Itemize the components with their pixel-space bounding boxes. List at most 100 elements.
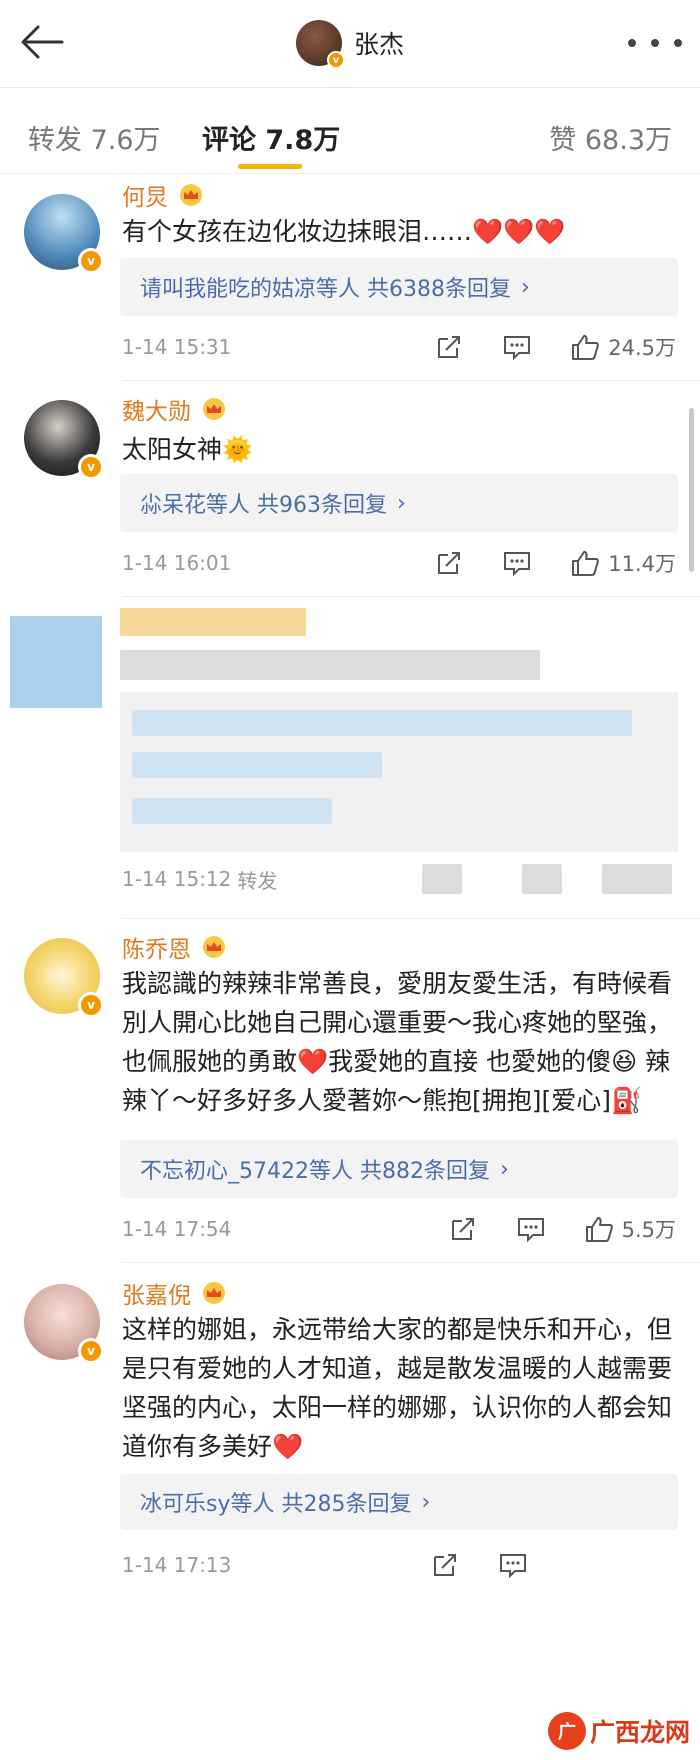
blurred-action: [602, 864, 672, 894]
repost-button[interactable]: [434, 549, 464, 577]
timestamp: 1-14 15:12: [122, 867, 232, 891]
comment-icon: [500, 1554, 526, 1579]
arrow-left-icon: [21, 25, 64, 59]
comment-meta: 1-14 15:31 24.5万: [122, 330, 678, 364]
crown-icon: [203, 936, 225, 958]
reply-summary[interactable]: 尛呆花等人 共963条回复 ›: [120, 474, 678, 532]
thumb-up-icon: [572, 335, 600, 360]
more-dots-icon: [651, 39, 659, 47]
blurred-text: [120, 650, 540, 680]
comment-icon: [504, 336, 531, 361]
tab-likes[interactable]: 赞 68.3万: [549, 118, 672, 157]
reply-summary-text: 尛呆花等人 共963条回复: [140, 493, 387, 518]
more-dots-icon: [628, 39, 636, 47]
thumb-up-icon: [572, 551, 600, 576]
crown-icon: [203, 398, 225, 420]
share-icon: [451, 1218, 474, 1240]
verified-badge-icon: v: [78, 248, 104, 274]
comment-item-blurred: 1-14 15:12 转发: [0, 602, 700, 1022]
blurred-reply-line: [132, 710, 632, 736]
comment-button[interactable]: [502, 333, 532, 361]
commenter-name[interactable]: 张嘉倪: [122, 1276, 191, 1310]
commenter-name[interactable]: 魏大勋: [122, 392, 191, 426]
like-count: 11.4万: [608, 552, 676, 576]
reply-summary[interactable]: 不忘初心_57422等人 共882条回复 ›: [120, 1140, 678, 1198]
chevron-right-icon: ›: [397, 490, 406, 516]
commenter-name[interactable]: 陈乔恩: [122, 930, 191, 964]
like-button[interactable]: 5.5万: [584, 1214, 676, 1244]
avatar[interactable]: v: [24, 1284, 104, 1364]
chevron-right-icon: ›: [520, 274, 530, 300]
watermark-text: 广西龙网: [589, 1718, 690, 1747]
comment-icon: [517, 1218, 544, 1243]
page-title: 张杰: [354, 30, 405, 59]
comment-meta: 1-14 16:01 11.4万: [122, 546, 678, 580]
active-tab-indicator: [238, 164, 302, 169]
like-count: 24.5万: [608, 336, 676, 360]
repost-button[interactable]: [448, 1215, 478, 1243]
blurred-action: [522, 864, 562, 894]
comment-meta: 1-14 17:13: [122, 1548, 678, 1582]
avatar[interactable]: v: [24, 194, 104, 274]
repost-button[interactable]: [430, 1551, 460, 1579]
reply-summary-text: 冰可乐sy等人 共285条回复: [140, 1492, 412, 1517]
comment-text: 有个女孩在边化妆边抹眼泪……❤️❤️❤️: [122, 217, 566, 246]
blurred-avatar: [10, 616, 102, 708]
crown-icon: [203, 1282, 225, 1304]
comment-button[interactable]: [498, 1551, 528, 1579]
share-icon: [438, 336, 461, 358]
profile-title[interactable]: v 张杰: [296, 18, 405, 69]
avatar[interactable]: v: [296, 20, 345, 69]
chevron-right-icon: ›: [421, 1489, 431, 1515]
divider: [122, 380, 700, 381]
comment-icon: [504, 552, 531, 577]
timestamp: 1-14 17:13: [122, 1553, 232, 1577]
timestamp: 1-14 17:54: [122, 1217, 232, 1241]
comment-text: 太阳女神🌞: [122, 435, 254, 464]
tab-bar: 转发 7.6万 评论 7.8万 赞 68.3万: [0, 88, 700, 174]
more-dots-icon: [674, 39, 682, 47]
top-bar: v 张杰: [0, 0, 700, 88]
tab-comments[interactable]: 评论 7.8万: [202, 118, 340, 157]
timestamp: 1-14 15:31: [122, 335, 232, 359]
tab-reposts[interactable]: 转发 7.6万: [28, 118, 161, 157]
verified-badge-icon: v: [78, 992, 104, 1018]
blurred-name: [120, 608, 306, 636]
avatar[interactable]: v: [24, 400, 104, 480]
blurred-reply-line: [132, 798, 332, 824]
comment-meta: 1-14 15:12 转发: [122, 862, 678, 896]
comment-button[interactable]: [502, 549, 532, 577]
comment-text: 这样的娜姐，永远带给大家的都是快乐和开心，但是只有爱她的人才知道，越是散发温暖的…: [122, 1315, 673, 1461]
comment-button[interactable]: [516, 1215, 546, 1243]
back-button[interactable]: [14, 14, 70, 70]
thumb-up-icon: [585, 1217, 613, 1242]
timestamp: 1-14 16:01: [122, 551, 232, 575]
share-icon: [438, 552, 461, 574]
crown-icon: [180, 184, 202, 206]
like-count: 5.5万: [621, 1218, 676, 1242]
chevron-right-icon: ›: [499, 1156, 509, 1182]
watermark: 广 广西龙网: [547, 1712, 690, 1750]
scrollbar[interactable]: [689, 408, 694, 572]
watermark-logo: 广: [547, 1712, 586, 1750]
reply-summary-text: 请叫我能吃的姑凉等人 共6388条回复: [140, 277, 511, 302]
blurred-action: [422, 864, 462, 894]
verified-badge-icon: v: [327, 51, 345, 69]
divider: [122, 596, 700, 597]
verified-badge-icon: v: [78, 1338, 104, 1364]
verified-badge-icon: v: [78, 454, 104, 480]
repost-button[interactable]: [434, 333, 464, 361]
avatar[interactable]: v: [24, 938, 104, 1018]
reply-summary[interactable]: 请叫我能吃的姑凉等人 共6388条回复 ›: [120, 258, 678, 316]
divider: [122, 918, 700, 919]
share-icon: [434, 1554, 456, 1576]
like-button[interactable]: 11.4万: [570, 548, 676, 578]
like-button[interactable]: 24.5万: [570, 332, 676, 362]
comment-text: 我認識的辣辣非常善良，愛朋友愛生活，有時候看別人開心比她自己開心還重要～我心疼她…: [122, 969, 673, 1115]
comment-meta: 1-14 17:54 5.5万: [122, 1212, 678, 1246]
reply-summary[interactable]: 冰可乐sy等人 共285条回复 ›: [120, 1474, 678, 1530]
commenter-name[interactable]: 何炅: [122, 178, 168, 212]
repost-label: 转发: [237, 868, 278, 893]
more-button[interactable]: [628, 28, 682, 58]
blurred-reply-line: [132, 752, 382, 778]
